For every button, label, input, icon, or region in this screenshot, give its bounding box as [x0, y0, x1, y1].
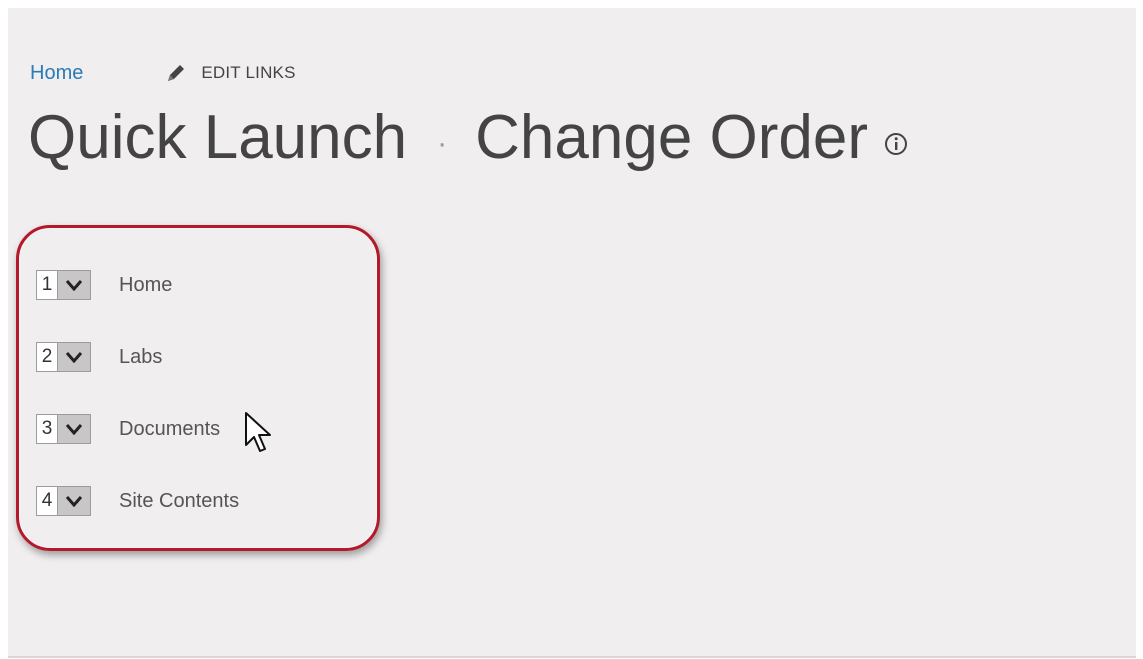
page-title: Quick Launch · Change Order: [28, 102, 908, 173]
page-canvas: Home EDIT LINKS Quick Launch · Change Or…: [8, 8, 1136, 658]
order-row-documents: 3 Documents: [36, 412, 220, 446]
order-row-home: 1 Home: [36, 268, 172, 302]
position-value: 4: [41, 490, 53, 511]
mouse-pointer-icon: [245, 412, 271, 452]
position-value: 2: [41, 346, 53, 367]
order-item-label: Labs: [119, 345, 163, 368]
chevron-down-icon: [57, 487, 90, 515]
chevron-down-icon: [57, 271, 90, 299]
chevron-down-icon: [57, 343, 90, 371]
top-nav: Home EDIT LINKS: [30, 60, 296, 86]
order-item-label: Documents: [119, 417, 221, 440]
page-title-separator: ·: [437, 126, 448, 160]
position-select-site-contents[interactable]: 4: [36, 486, 91, 516]
position-select-documents[interactable]: 3: [36, 414, 91, 444]
breadcrumb-home-link[interactable]: Home: [30, 62, 83, 85]
order-row-site-contents: 4 Site Contents: [36, 484, 239, 518]
position-select-labs[interactable]: 2: [36, 342, 91, 372]
chevron-down-icon: [57, 415, 90, 443]
order-item-label: Site Contents: [119, 489, 240, 512]
order-item-label: Home: [119, 273, 173, 296]
edit-links-button[interactable]: EDIT LINKS: [165, 62, 295, 84]
pencil-icon: [168, 65, 185, 81]
edit-links-label: EDIT LINKS: [201, 63, 296, 82]
page-title-quick-launch: Quick Launch: [28, 103, 408, 172]
position-value: 1: [41, 274, 53, 295]
position-select-home[interactable]: 1: [36, 270, 91, 300]
position-value: 3: [41, 418, 53, 439]
page-title-change-order: Change Order: [475, 103, 869, 172]
order-row-labs: 2 Labs: [36, 340, 162, 374]
info-icon[interactable]: [884, 132, 908, 156]
